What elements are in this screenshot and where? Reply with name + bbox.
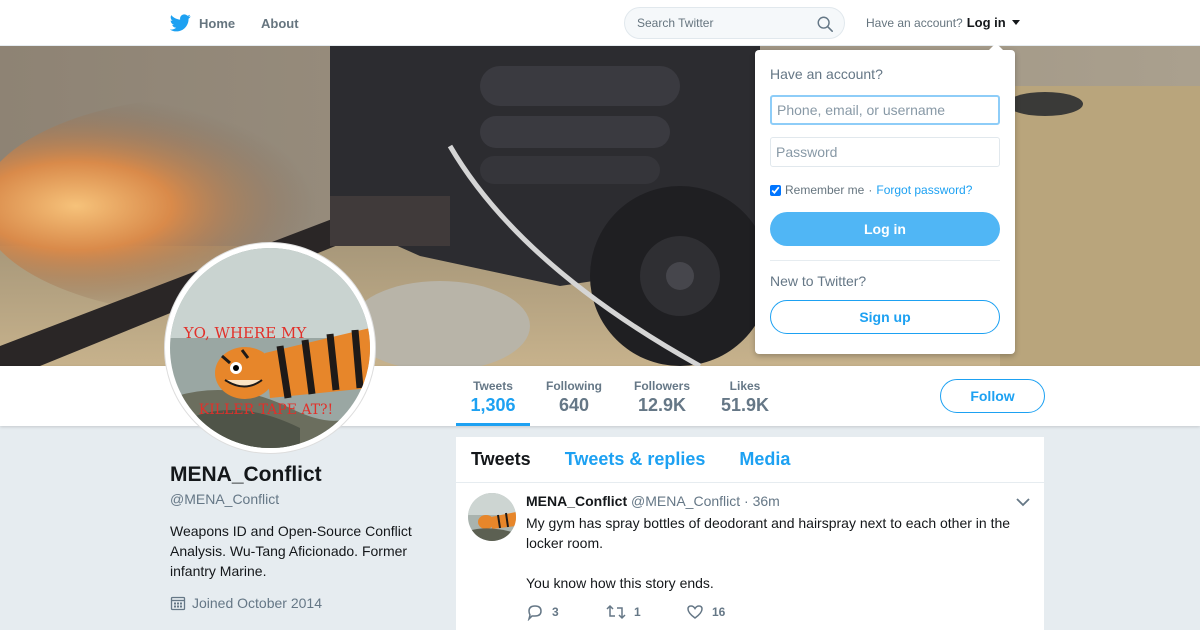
tab-tweets-and-replies[interactable]: Tweets & replies bbox=[565, 449, 706, 470]
search-input[interactable] bbox=[637, 14, 807, 32]
tweet-actions: 3 1 16 bbox=[526, 603, 766, 621]
password-field[interactable] bbox=[770, 137, 1000, 167]
top-navigation: Home About Have an account? Log in bbox=[0, 0, 1200, 46]
avatar-image: YO, WHERE MY KILLER TAPE AT?! bbox=[170, 248, 370, 448]
calendar-icon bbox=[170, 596, 186, 611]
like-count: 16 bbox=[712, 605, 726, 619]
stat-likes-label: Likes bbox=[729, 379, 761, 393]
stat-following-label: Following bbox=[546, 379, 602, 393]
nav-home-label: Home bbox=[199, 15, 236, 31]
profile-handle[interactable]: @MENA_Conflict bbox=[170, 491, 279, 507]
tweet-author-name[interactable]: MENA_Conflict bbox=[526, 493, 627, 509]
avatar-caption-bottom: KILLER TAPE AT?! bbox=[199, 402, 333, 418]
timeline: Tweets Tweets & replies Media MENA_Confl… bbox=[456, 437, 1044, 630]
retweet-action[interactable]: 1 bbox=[606, 603, 686, 621]
profile-joined-text: Joined October 2014 bbox=[192, 595, 322, 611]
forgot-password-link[interactable]: Forgot password? bbox=[876, 183, 972, 197]
avatar-caption-top: YO, WHERE MY bbox=[183, 324, 308, 342]
tweet-text-line: You know how this story ends. bbox=[526, 575, 714, 591]
login-dropdown-title: Have an account? bbox=[770, 66, 883, 82]
profile-joined: Joined October 2014 bbox=[170, 595, 322, 611]
login-dropdown: Have an account? Remember me · Forgot pa… bbox=[755, 43, 1015, 354]
retweet-icon bbox=[606, 604, 626, 620]
remember-me-checkbox[interactable] bbox=[770, 184, 781, 196]
stat-likes[interactable]: Likes 51.9K bbox=[716, 366, 774, 426]
dropdown-divider bbox=[770, 260, 1000, 261]
tweet-avatar-image bbox=[468, 493, 516, 541]
tweet-separator: · bbox=[744, 493, 749, 509]
tweet-text: My gym has spray bottles of deodorant an… bbox=[526, 513, 1026, 593]
signup-button[interactable]: Sign up bbox=[770, 300, 1000, 334]
reply-action[interactable]: 3 bbox=[526, 603, 606, 621]
dropdown-arrow bbox=[989, 43, 1003, 50]
stat-following-value: 640 bbox=[558, 395, 590, 415]
have-account-text: Have an account? bbox=[866, 15, 963, 30]
twitter-bird-icon bbox=[170, 14, 191, 32]
stat-followers[interactable]: Followers 12.9K bbox=[628, 366, 696, 426]
timeline-tabs: Tweets Tweets & replies Media bbox=[456, 437, 1044, 483]
nav-about-label: About bbox=[261, 15, 299, 31]
remember-me-label[interactable]: Remember me bbox=[785, 183, 864, 197]
login-dropdown-toggle[interactable]: Have an account? Log in bbox=[866, 15, 1020, 30]
stat-tweets-value: 1,306 bbox=[470, 395, 516, 415]
new-to-twitter-text: New to Twitter? bbox=[770, 273, 867, 289]
tweet-avatar[interactable] bbox=[468, 493, 516, 541]
like-action[interactable]: 16 bbox=[686, 603, 766, 621]
login-button[interactable]: Log in bbox=[770, 212, 1000, 246]
retweet-count: 1 bbox=[634, 605, 641, 619]
profile-bio: Weapons ID and Open-Source Conflict Anal… bbox=[170, 523, 412, 579]
caret-down-icon bbox=[1011, 20, 1020, 25]
tweet-author-handle[interactable]: @MENA_Conflict bbox=[631, 493, 740, 509]
tab-tweets[interactable]: Tweets bbox=[471, 449, 531, 470]
nav-home-link[interactable]: Home bbox=[170, 12, 235, 34]
tweet-timestamp[interactable]: 36m bbox=[753, 493, 780, 509]
nav-about-link[interactable]: About bbox=[261, 12, 299, 34]
tweet-header: MENA_Conflict @MENA_Conflict · 36m bbox=[526, 493, 780, 509]
search-box[interactable] bbox=[624, 7, 845, 39]
stat-tweets[interactable]: Tweets 1,306 bbox=[456, 366, 530, 426]
tab-media[interactable]: Media bbox=[739, 449, 790, 470]
tweet-text-line: My gym has spray bottles of deodorant an… bbox=[526, 515, 1011, 551]
reply-icon bbox=[527, 605, 542, 621]
stat-likes-value: 51.9K bbox=[720, 395, 770, 415]
tweet[interactable]: MENA_Conflict @MENA_Conflict · 36m My gy… bbox=[456, 483, 1044, 630]
stat-followers-label: Followers bbox=[633, 379, 690, 393]
remember-row: Remember me · Forgot password? bbox=[770, 183, 972, 197]
search-icon[interactable] bbox=[816, 15, 834, 33]
chevron-down-icon[interactable] bbox=[1016, 497, 1030, 507]
profile-name[interactable]: MENA_Conflict bbox=[170, 463, 322, 487]
username-field[interactable] bbox=[770, 95, 1000, 125]
login-link[interactable]: Log in bbox=[967, 15, 1006, 30]
stat-following[interactable]: Following 640 bbox=[540, 366, 608, 426]
heart-icon bbox=[687, 605, 703, 619]
follow-button[interactable]: Follow bbox=[940, 379, 1045, 413]
profile-avatar[interactable]: YO, WHERE MY KILLER TAPE AT?! bbox=[165, 243, 375, 453]
remember-separator: · bbox=[868, 183, 873, 197]
reply-count: 3 bbox=[552, 605, 559, 619]
stat-tweets-label: Tweets bbox=[473, 379, 513, 393]
stat-followers-value: 12.9K bbox=[637, 395, 687, 415]
